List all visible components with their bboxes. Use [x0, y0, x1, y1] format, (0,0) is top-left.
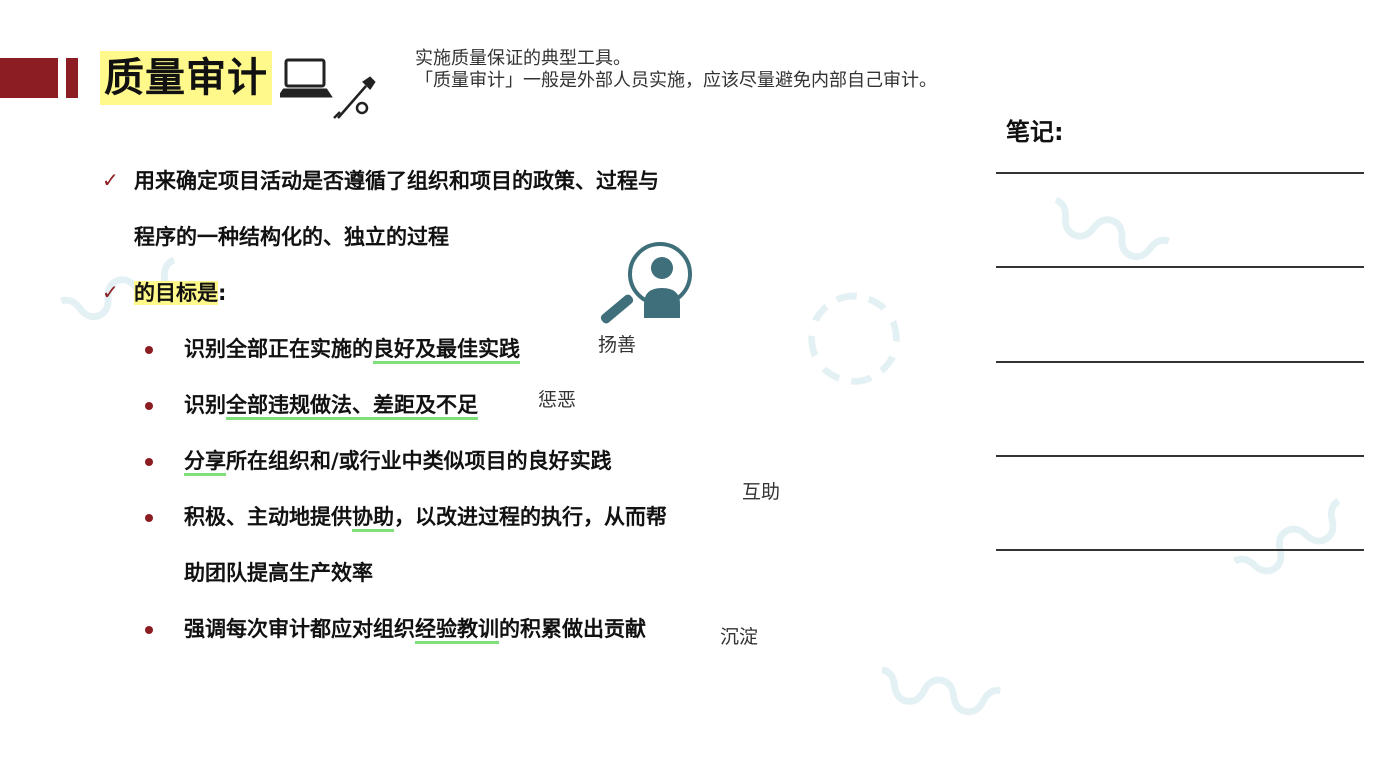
notes-label: 笔记: — [1006, 118, 1064, 146]
goal-1: 识别全部正在实施的良好及最佳实践 — [184, 334, 520, 364]
header-bar-accent — [66, 58, 78, 98]
goal-4-text: 积极、主动地提供 — [184, 505, 352, 529]
search-user-icon — [598, 234, 694, 328]
goal-2-text: 识别 — [184, 393, 226, 417]
watermark: 〰 — [1025, 151, 1187, 324]
annotation-chendian: 沉淀 — [720, 626, 759, 648]
goal-1-text: 识别全部正在实施的 — [184, 337, 373, 361]
bullet — [145, 514, 153, 522]
page-title: 质量审计 — [100, 51, 272, 105]
goal-2: 识别全部违规做法、差距及不足 — [184, 390, 478, 420]
header-bar — [0, 58, 58, 98]
point-2-colon: : — [218, 281, 227, 305]
annotation-chenge: 惩恶 — [538, 389, 577, 411]
goal-3-text: 所在组织和/或行业中类似项目的良好实践 — [226, 449, 612, 473]
bullet — [145, 626, 153, 634]
tools-icon — [333, 76, 376, 119]
laptop-icon — [277, 58, 333, 98]
bullet — [145, 402, 153, 410]
point-1-line-1: 用来确定项目活动是否遵循了组织和项目的政策、过程与 — [134, 169, 659, 193]
point-2-label: 的目标是 — [134, 281, 218, 305]
goal-5-emphasis: 经验教训 — [415, 617, 499, 644]
check-icon: ✓ — [102, 280, 119, 304]
watermark: ◌ — [788, 251, 916, 408]
bullet — [145, 458, 153, 466]
goal-5: 强调每次审计都应对组织经验教训的积累做出贡献 — [184, 614, 646, 644]
goal-2-emphasis: 全部违规做法、差距及不足 — [226, 393, 478, 420]
point-2-heading: 的目标是: — [134, 278, 226, 308]
description-line-1: 实施质量保证的典型工具。 — [415, 48, 631, 69]
goal-4-text-after: ，以改进过程的执行，从而帮 — [394, 505, 667, 529]
goal-3: 分享所在组织和/或行业中类似项目的良好实践 — [184, 446, 612, 476]
annotation-huzhu: 互助 — [742, 481, 781, 503]
bullet — [145, 346, 153, 354]
goal-4-line-2: 助团队提高生产效率 — [184, 561, 373, 585]
goal-3-emphasis: 分享 — [184, 449, 226, 476]
goal-5-text: 强调每次审计都应对组织 — [184, 617, 415, 641]
notes-line[interactable] — [996, 455, 1364, 457]
check-icon: ✓ — [102, 168, 119, 192]
goal-4-emphasis: 协助 — [352, 505, 394, 532]
description-line-2: 「质量审计」一般是外部人员实施，应该尽量避免内部自己审计。 — [415, 70, 937, 91]
notes-line[interactable] — [996, 361, 1364, 363]
watermark: 〰 — [866, 619, 1010, 778]
watermark: 〰 — [1209, 456, 1383, 638]
notes-line[interactable] — [996, 266, 1364, 268]
laptop-tools-icon — [277, 56, 380, 130]
goal-1-emphasis: 良好及最佳实践 — [373, 337, 520, 364]
goal-4: 积极、主动地提供协助，以改进过程的执行，从而帮 — [184, 502, 667, 532]
notes-line[interactable] — [996, 172, 1364, 174]
point-1-line-2: 程序的一种结构化的、独立的过程 — [134, 225, 449, 249]
annotation-yangshan: 扬善 — [598, 334, 637, 356]
notes-line[interactable] — [996, 549, 1364, 551]
goal-5-text-after: 的积累做出贡献 — [499, 617, 646, 641]
